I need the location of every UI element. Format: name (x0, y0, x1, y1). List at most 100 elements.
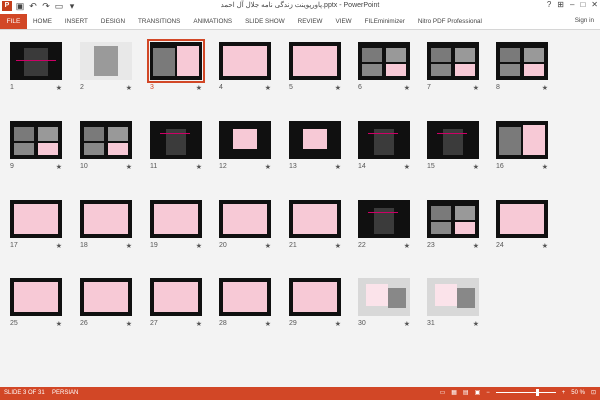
transition-star-icon[interactable]: ★ (126, 84, 132, 92)
transition-star-icon[interactable]: ★ (56, 163, 62, 171)
transition-star-icon[interactable]: ★ (542, 84, 548, 92)
tab-home[interactable]: HOME (33, 18, 52, 25)
slide-thumbnail-17[interactable]: 17 ★ (10, 200, 62, 250)
close-icon[interactable]: ✕ (591, 0, 598, 9)
slide-thumbnail-21[interactable]: 21 ★ (289, 200, 341, 250)
slide-thumbnail-22[interactable]: 22 ★ (358, 200, 410, 250)
slide-thumbnail-10[interactable]: 10 ★ (80, 121, 132, 171)
slide-thumbnail-29[interactable]: 29 ★ (289, 278, 341, 328)
slide-preview[interactable] (358, 200, 410, 238)
slide-preview[interactable] (219, 200, 271, 238)
slide-preview[interactable] (289, 121, 341, 159)
fit-to-window-icon[interactable]: ⊡ (591, 389, 596, 396)
minimize-icon[interactable]: – (570, 0, 574, 9)
transition-star-icon[interactable]: ★ (265, 84, 271, 92)
slide-preview[interactable] (427, 42, 479, 80)
transition-star-icon[interactable]: ★ (473, 242, 479, 250)
slide-thumbnail-13[interactable]: 13 ★ (289, 121, 341, 171)
transition-star-icon[interactable]: ★ (404, 320, 410, 328)
slide-thumbnail-11[interactable]: 11 ★ (150, 121, 202, 171)
transition-star-icon[interactable]: ★ (542, 163, 548, 171)
slide-preview[interactable] (496, 42, 548, 80)
slide-sorter-view-icon[interactable]: ▦ (451, 389, 457, 396)
transition-star-icon[interactable]: ★ (404, 84, 410, 92)
slide-preview[interactable] (427, 278, 479, 316)
slide-thumbnail-5[interactable]: 5 ★ (289, 42, 341, 92)
slide-thumbnail-2[interactable]: 2 ★ (80, 42, 132, 92)
normal-view-icon[interactable]: ▭ (440, 389, 446, 396)
slide-thumbnail-27[interactable]: 27 ★ (150, 278, 202, 328)
slide-thumbnail-19[interactable]: 19 ★ (150, 200, 202, 250)
tab-insert[interactable]: INSERT (65, 18, 88, 25)
tab-transitions[interactable]: TRANSITIONS (138, 18, 180, 25)
slide-preview[interactable] (10, 42, 62, 80)
slide-thumbnail-31[interactable]: 31 ★ (427, 278, 479, 328)
slide-thumbnail-18[interactable]: 18 ★ (80, 200, 132, 250)
transition-star-icon[interactable]: ★ (473, 84, 479, 92)
slide-preview[interactable] (358, 42, 410, 80)
tab-nitro-pdf[interactable]: Nitro PDF Professional (418, 18, 482, 25)
transition-star-icon[interactable]: ★ (335, 242, 341, 250)
transition-star-icon[interactable]: ★ (335, 84, 341, 92)
slide-preview[interactable] (219, 42, 271, 80)
slide-thumbnail-8[interactable]: 8 ★ (496, 42, 548, 92)
reading-view-icon[interactable]: ▤ (463, 389, 469, 396)
slide-preview[interactable] (10, 121, 62, 159)
tab-design[interactable]: DESIGN (101, 18, 125, 25)
zoom-slider-handle[interactable] (535, 389, 539, 396)
slide-preview[interactable] (150, 121, 202, 159)
transition-star-icon[interactable]: ★ (265, 163, 271, 171)
transition-star-icon[interactable]: ★ (196, 163, 202, 171)
slide-thumbnail-9[interactable]: 9 ★ (10, 121, 62, 171)
slide-thumbnail-25[interactable]: 25 ★ (10, 278, 62, 328)
slide-thumbnail-1[interactable]: 1 ★ (10, 42, 62, 92)
slide-thumbnail-20[interactable]: 20 ★ (219, 200, 271, 250)
transition-star-icon[interactable]: ★ (196, 320, 202, 328)
slide-preview[interactable] (496, 121, 548, 159)
tab-view[interactable]: VIEW (336, 18, 352, 25)
slide-thumbnail-30[interactable]: 30 ★ (358, 278, 410, 328)
transition-star-icon[interactable]: ★ (126, 163, 132, 171)
tab-animations[interactable]: ANIMATIONS (193, 18, 232, 25)
slide-preview[interactable] (427, 200, 479, 238)
slide-thumbnail-4[interactable]: 4 ★ (219, 42, 271, 92)
slide-preview[interactable] (10, 200, 62, 238)
transition-star-icon[interactable]: ★ (56, 242, 62, 250)
slide-thumbnail-16[interactable]: 16 ★ (496, 121, 548, 171)
slide-preview[interactable] (358, 121, 410, 159)
zoom-level[interactable]: 50 % (571, 390, 585, 396)
slide-thumbnail-7[interactable]: 7 ★ (427, 42, 479, 92)
slide-preview[interactable] (289, 42, 341, 80)
slide-preview[interactable] (80, 200, 132, 238)
transition-star-icon[interactable]: ★ (56, 84, 62, 92)
transition-star-icon[interactable]: ★ (404, 163, 410, 171)
slide-thumbnail-6[interactable]: 6 ★ (358, 42, 410, 92)
transition-star-icon[interactable]: ★ (56, 320, 62, 328)
slide-preview[interactable] (289, 278, 341, 316)
slide-preview[interactable] (150, 278, 202, 316)
zoom-out-icon[interactable]: − (486, 390, 490, 396)
language-indicator[interactable]: PERSIAN (52, 390, 78, 396)
slide-thumbnail-26[interactable]: 26 ★ (80, 278, 132, 328)
transition-star-icon[interactable]: ★ (473, 320, 479, 328)
transition-star-icon[interactable]: ★ (265, 320, 271, 328)
tab-file[interactable]: FILE (0, 14, 27, 29)
slide-thumbnail-3[interactable]: 3 ★ (147, 39, 205, 92)
tab-slide-show[interactable]: SLIDE SHOW (245, 18, 285, 25)
tab-fileminimizer[interactable]: FILEminimizer (365, 18, 405, 25)
slide-preview[interactable] (219, 278, 271, 316)
ribbon-display-icon[interactable]: ⊞ (557, 0, 564, 9)
transition-star-icon[interactable]: ★ (542, 242, 548, 250)
slide-thumbnail-28[interactable]: 28 ★ (219, 278, 271, 328)
slide-preview[interactable] (496, 200, 548, 238)
transition-star-icon[interactable]: ★ (265, 242, 271, 250)
slide-thumbnail-14[interactable]: 14 ★ (358, 121, 410, 171)
transition-star-icon[interactable]: ★ (335, 163, 341, 171)
transition-star-icon[interactable]: ★ (404, 242, 410, 250)
transition-star-icon[interactable]: ★ (196, 242, 202, 250)
maximize-icon[interactable]: □ (580, 0, 585, 9)
transition-star-icon[interactable]: ★ (335, 320, 341, 328)
sign-in-link[interactable]: Sign in (575, 17, 594, 24)
slide-preview[interactable] (150, 200, 202, 238)
slide-preview[interactable] (10, 278, 62, 316)
